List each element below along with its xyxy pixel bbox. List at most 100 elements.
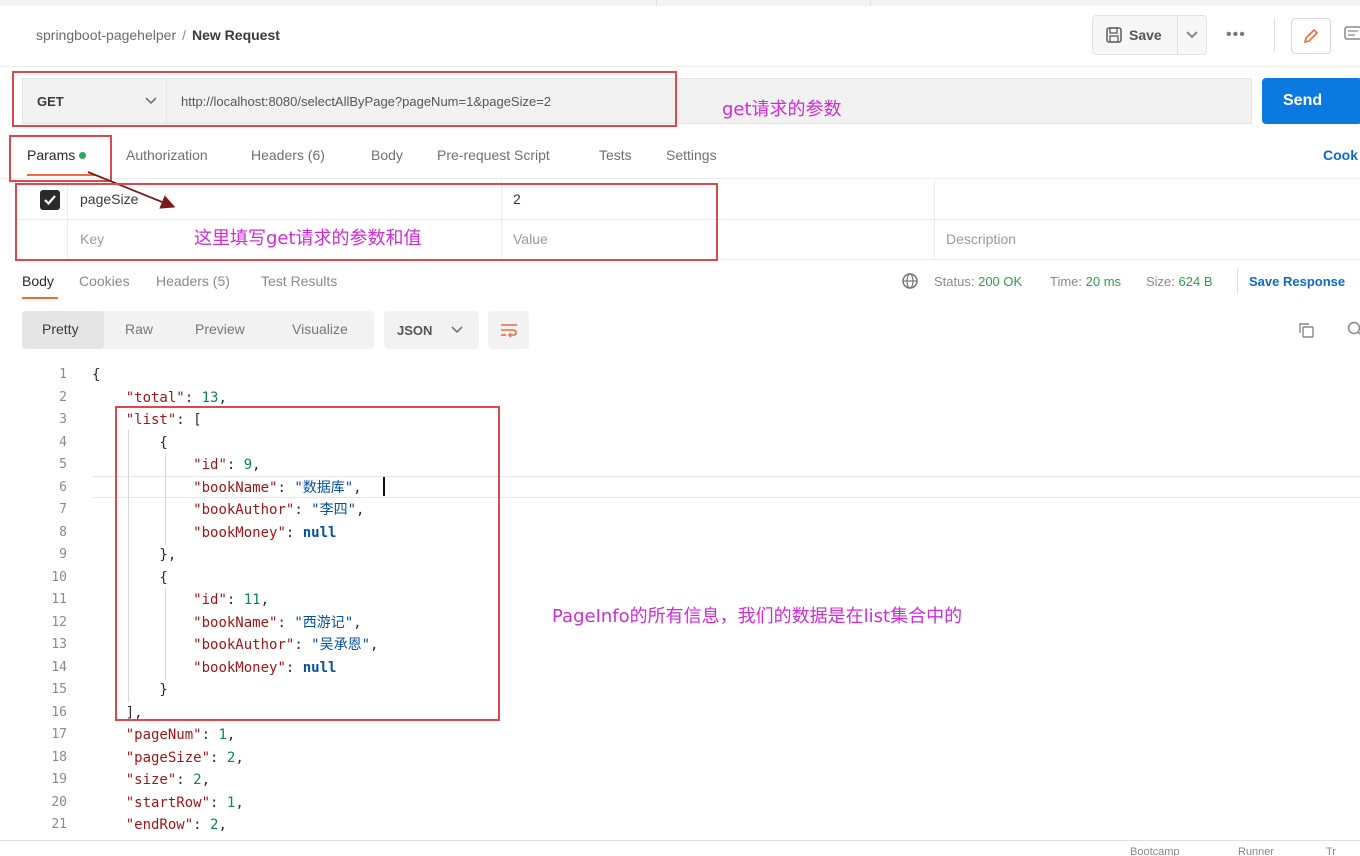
breadcrumb-separator: / — [182, 27, 186, 43]
view-preview[interactable]: Preview — [195, 321, 245, 337]
breadcrumb: springboot-pagehelper / New Request — [36, 27, 280, 43]
format-select[interactable]: JSON — [384, 311, 479, 349]
response-tab-headers[interactable]: Headers (5) — [156, 273, 230, 289]
cookies-link[interactable]: Cook — [1323, 147, 1358, 163]
more-actions-button[interactable]: ••• — [1226, 26, 1246, 44]
view-visualize[interactable]: Visualize — [292, 321, 348, 337]
time-value: 20 ms — [1085, 274, 1122, 289]
header-divider — [0, 66, 1360, 67]
size-info: Size: 624 B — [1146, 274, 1213, 289]
tab-tests[interactable]: Tests — [599, 147, 632, 163]
tab-settings[interactable]: Settings — [666, 147, 717, 163]
save-icon — [1106, 27, 1122, 43]
copy-icon[interactable] — [1297, 321, 1315, 339]
line-number: 11 — [51, 592, 67, 607]
view-raw[interactable]: Raw — [125, 321, 153, 337]
wrap-icon — [500, 324, 517, 338]
active-response-tab-indicator — [22, 297, 58, 299]
pencil-icon — [1303, 28, 1319, 44]
size-label: Size: — [1146, 274, 1175, 289]
save-options-dropdown[interactable] — [1178, 31, 1206, 39]
line-number: 15 — [51, 682, 67, 697]
code-text: { — [92, 367, 101, 383]
line-number: 10 — [51, 569, 67, 585]
line-number: 4 — [59, 434, 67, 450]
status-bar-divider — [0, 840, 1360, 841]
line-number: 2 — [59, 389, 67, 405]
divider — [1274, 18, 1275, 52]
line-number: 8 — [59, 524, 67, 540]
breadcrumb-collection[interactable]: springboot-pagehelper — [36, 27, 176, 43]
chevron-down-icon — [1186, 31, 1198, 39]
format-value: JSON — [397, 322, 433, 338]
line-number: 14 — [51, 659, 67, 675]
search-icon[interactable] — [1346, 320, 1360, 338]
comment-icon[interactable] — [1343, 24, 1360, 44]
tab-authorization[interactable]: Authorization — [126, 147, 208, 163]
tab-body[interactable]: Body — [371, 147, 403, 163]
code-line: 19 "size": 2, — [0, 769, 1360, 792]
code-text: "endRow": 2, — [125, 817, 227, 833]
response-tab-test-results[interactable]: Test Results — [261, 273, 337, 289]
line-number: 13 — [51, 637, 67, 652]
line-number: 18 — [51, 749, 67, 765]
code-line: 17 "pageNum": 1, — [0, 724, 1360, 747]
line-number: 3 — [59, 412, 67, 427]
time-info: Time: 20 ms — [1050, 274, 1121, 289]
globe-icon[interactable] — [901, 272, 919, 290]
divider — [1237, 268, 1238, 294]
status-label: Status: — [934, 274, 975, 289]
annotation-list-note: PageInfo的所有信息，我们的数据是在list集合中的 — [552, 606, 963, 627]
response-tab-cookies[interactable]: Cookies — [79, 273, 130, 289]
code-line: 1{ — [0, 364, 1360, 387]
window-tab-strip — [0, 0, 1360, 6]
annotation-box-url — [12, 71, 677, 127]
code-line: 18 "pageSize": 2, — [0, 747, 1360, 770]
save-button[interactable]: Save — [1093, 16, 1179, 54]
line-number: 21 — [51, 817, 67, 832]
new-param-description-input[interactable]: Description — [946, 231, 1016, 247]
status-value: 200 OK — [978, 274, 1023, 289]
tab-divider — [870, 0, 871, 6]
runner-link[interactable]: Runner — [1238, 846, 1274, 856]
line-number: 20 — [51, 794, 67, 810]
code-line: 20 "startRow": 1, — [0, 792, 1360, 815]
tab-headers[interactable]: Headers (6) — [251, 147, 325, 163]
tabs-divider — [0, 178, 1360, 179]
save-response-button[interactable]: Save Response — [1249, 274, 1345, 289]
code-text: "pageNum": 1, — [125, 727, 236, 743]
code-text: "size": 2, — [125, 772, 211, 788]
tab-pre-request-script[interactable]: Pre-request Script — [437, 147, 550, 163]
line-number: 16 — [51, 704, 67, 720]
size-value: 624 B — [1178, 274, 1213, 289]
view-pretty[interactable]: Pretty — [42, 321, 79, 337]
annotation-url-note: get请求的参数 — [722, 99, 842, 120]
save-label: Save — [1129, 27, 1162, 43]
code-text: "startRow": 1, — [125, 794, 244, 811]
annotation-box-params-tab — [9, 135, 112, 182]
response-tab-body[interactable]: Body — [22, 273, 54, 289]
line-number: 17 — [51, 727, 67, 742]
line-number: 19 — [51, 772, 67, 787]
time-label: Time: — [1050, 274, 1083, 289]
code-line: 21 "endRow": 2, — [0, 814, 1360, 837]
annotation-box-list — [115, 406, 500, 721]
save-split-button: Save — [1092, 15, 1207, 55]
line-number: 9 — [59, 547, 67, 562]
code-text: "pageSize": 2, — [125, 749, 244, 766]
send-button[interactable]: Send — [1262, 78, 1360, 124]
tab-divider — [656, 0, 657, 6]
trash-link[interactable]: Tr — [1326, 846, 1336, 856]
request-name[interactable]: New Request — [192, 27, 280, 43]
chevron-down-icon — [451, 326, 463, 334]
line-number: 12 — [51, 614, 67, 630]
line-number: 6 — [59, 479, 67, 495]
wrap-lines-button[interactable] — [488, 311, 529, 349]
bootcamp-link[interactable]: Bootcamp — [1130, 846, 1180, 856]
annotation-params-note: 这里填写get请求的参数和值 — [194, 228, 422, 249]
edit-button[interactable] — [1291, 18, 1331, 54]
column-divider — [934, 180, 935, 260]
line-number: 5 — [59, 457, 67, 472]
line-number: 1 — [59, 367, 67, 382]
status-info: Status: 200 OK — [934, 274, 1022, 289]
